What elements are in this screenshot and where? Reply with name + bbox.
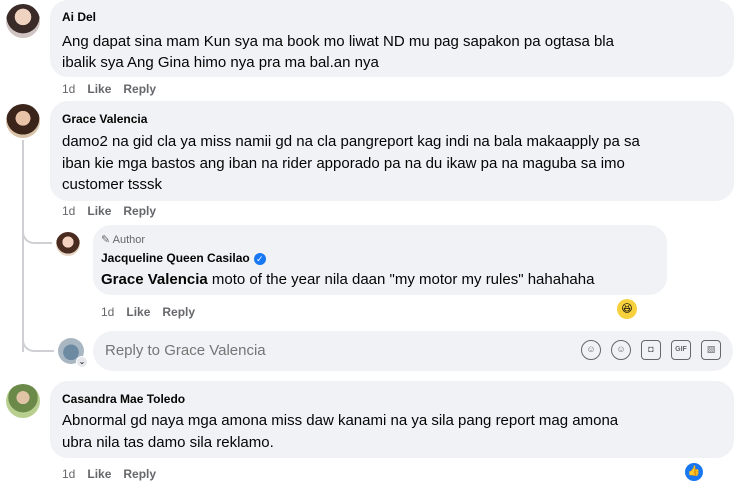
avatar[interactable] [56, 232, 80, 256]
reply-text-body: moto of the year nila daan "my motor my … [207, 271, 595, 288]
comment-text: ubra nila tas damo sila reklamo. [62, 434, 274, 451]
comment-text: customer tsssk [62, 176, 163, 193]
comment-text: Ang dapat sina mam Kun sya ma book mo li… [62, 33, 614, 50]
chevron-down-icon[interactable]: ⌄ [76, 356, 88, 368]
like-button[interactable]: Like [87, 467, 111, 481]
comment-author[interactable]: Casandra Mae Toledo [62, 392, 185, 406]
camera-icon[interactable]: ◘ [641, 340, 661, 360]
reply-input[interactable] [105, 342, 465, 359]
reply-button[interactable]: Reply [123, 82, 156, 96]
comment-text: damo2 na gid cla ya miss namii gd na cla… [62, 133, 640, 150]
gif-icon[interactable]: GIF [671, 340, 691, 360]
reply-button[interactable]: Reply [123, 467, 156, 481]
author-badge-label: Author [112, 234, 146, 246]
avatar-sticker-icon[interactable]: ☺ [581, 340, 601, 360]
comment-text: Abnormal gd naya mga amona miss daw kana… [62, 412, 619, 429]
reply-author[interactable]: Jacqueline Queen Casilao [101, 251, 250, 265]
sticker-icon[interactable]: ▧ [701, 340, 721, 360]
like-reaction-icon[interactable]: 👍 [685, 463, 703, 481]
composer-tools: ☺ ☺ ◘ GIF ▧ [581, 340, 721, 360]
reply-text: Grace Valencia moto of the year nila daa… [101, 268, 594, 291]
mention-link[interactable]: Grace Valencia [101, 271, 208, 288]
avatar[interactable] [6, 384, 40, 418]
haha-reaction-icon[interactable]: 😆 [617, 299, 637, 319]
thread-line-main [22, 140, 24, 352]
comment-author[interactable]: Ai Del [62, 10, 96, 24]
avatar[interactable] [6, 104, 40, 138]
thread-curve-reply [22, 222, 52, 244]
comment-time[interactable]: 1d [62, 204, 75, 218]
reply-time[interactable]: 1d [101, 305, 114, 319]
reply-composer[interactable]: ☺ ☺ ◘ GIF ▧ [93, 331, 733, 371]
pencil-icon: ✎ [101, 234, 111, 246]
reply-button[interactable]: Reply [123, 204, 156, 218]
reply-button[interactable]: Reply [162, 305, 195, 319]
like-button[interactable]: Like [126, 305, 150, 319]
reply-actions: 1d Like Reply [101, 305, 207, 319]
comment-actions: 1d Like Reply [62, 467, 168, 481]
comment-actions: 1d Like Reply [62, 204, 168, 218]
avatar[interactable] [6, 4, 40, 38]
reply-author-row: Jacqueline Queen Casilao ✓ [101, 251, 266, 265]
comment-author[interactable]: Grace Valencia [62, 112, 147, 126]
author-badge: ✎ Author [101, 233, 145, 246]
comment-time[interactable]: 1d [62, 467, 75, 481]
like-button[interactable]: Like [87, 82, 111, 96]
comment-text: ibalik sya Ang Gina himo nya pra ma bal.… [62, 54, 379, 71]
comment-text: iban kie mga bastos ang iban na rider ap… [62, 155, 625, 172]
like-button[interactable]: Like [87, 204, 111, 218]
comment-time[interactable]: 1d [62, 82, 75, 96]
thread-curve-replybox [22, 330, 54, 352]
comment-actions: 1d Like Reply [62, 82, 168, 96]
emoji-icon[interactable]: ☺ [611, 340, 631, 360]
verified-badge-icon: ✓ [253, 252, 266, 265]
